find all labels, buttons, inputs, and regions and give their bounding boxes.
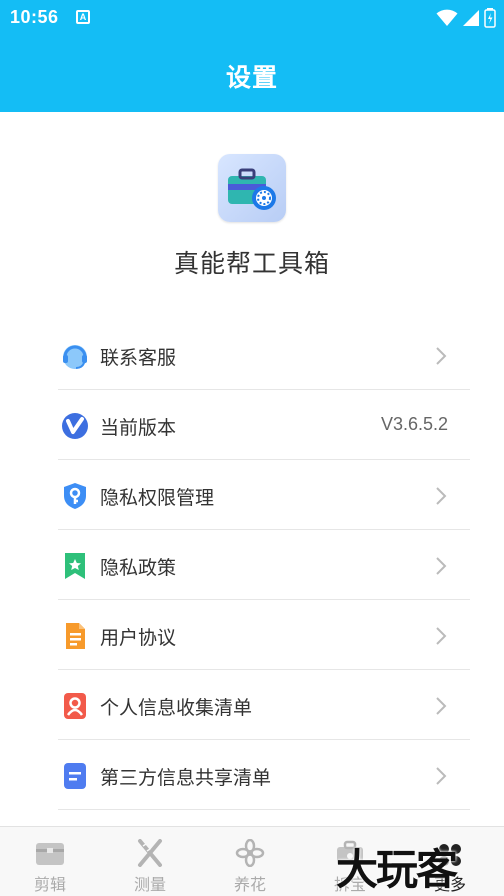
settings-menu: 联系客服 当前版本 V3.6.5.2 隐私权限管理 隐私政策 用户协议 个人信息… (58, 320, 470, 810)
menu-item-privacy-policy[interactable]: 隐私政策 (58, 530, 470, 600)
menu-item-label: 用户协议 (100, 627, 177, 649)
bookmark-star-icon (65, 553, 85, 579)
tab-clip[interactable]: 剪辑 (0, 827, 100, 896)
chevron-right-icon (436, 697, 447, 715)
page-title: 设置 (225, 63, 278, 92)
chevron-right-icon (436, 627, 447, 645)
wifi-icon (436, 9, 458, 26)
status-icons (436, 6, 496, 30)
menu-item-contact-service[interactable]: 联系客服 (58, 320, 470, 390)
menu-item-label: 第三方信息共享清单 (100, 767, 272, 789)
app-logo (218, 154, 286, 222)
chevron-right-icon (436, 347, 447, 365)
menu-item-user-agreement[interactable]: 用户协议 (58, 600, 470, 670)
watermark: 大玩客 (336, 845, 458, 894)
flower-icon (235, 839, 265, 867)
tab-label: 剪辑 (33, 875, 66, 894)
chevron-right-icon (436, 767, 447, 785)
clip-box-icon (36, 843, 64, 865)
ruler-cross-icon (138, 839, 162, 867)
tab-measure[interactable]: 测量 (100, 827, 200, 896)
chevron-right-icon (436, 487, 447, 505)
menu-item-label: 隐私权限管理 (100, 487, 215, 509)
version-value: V3.6.5.2 (380, 414, 448, 434)
status-bar: 10:56 A (0, 0, 504, 36)
menu-item-third-party-sharing[interactable]: 第三方信息共享清单 (58, 740, 470, 810)
shield-key-icon (64, 483, 86, 509)
menu-item-label: 隐私政策 (100, 557, 177, 579)
app-name: 真能帮工具箱 (173, 249, 330, 278)
menu-item-label: 当前版本 (100, 417, 177, 439)
signal-icon (463, 10, 479, 26)
tab-flower[interactable]: 养花 (200, 827, 300, 896)
chevron-right-icon (436, 557, 447, 575)
person-card-icon (64, 693, 86, 719)
battery-icon (484, 8, 496, 28)
tab-label: 养花 (233, 875, 266, 894)
menu-item-label: 联系客服 (100, 347, 177, 369)
version-v-icon (62, 413, 88, 439)
headset-icon (63, 345, 87, 369)
status-time: 10:56 (10, 7, 59, 27)
document-icon (66, 623, 85, 649)
list-doc-icon (64, 763, 86, 789)
menu-item-current-version[interactable]: 当前版本 V3.6.5.2 (58, 390, 470, 460)
header-bar: 设置 (0, 36, 504, 112)
menu-item-personal-info-list[interactable]: 个人信息收集清单 (58, 670, 470, 740)
menu-item-privacy-permissions[interactable]: 隐私权限管理 (58, 460, 470, 530)
tab-label: 测量 (133, 875, 166, 894)
menu-item-label: 个人信息收集清单 (100, 697, 253, 719)
notification-icon: A (76, 10, 90, 24)
